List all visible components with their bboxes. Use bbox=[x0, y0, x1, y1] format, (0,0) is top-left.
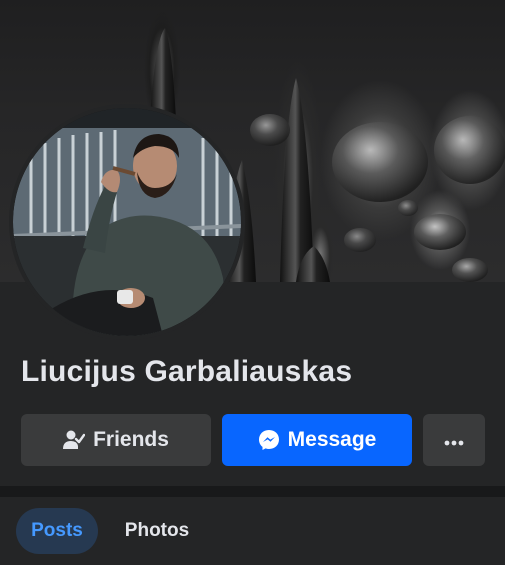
more-dots-icon bbox=[444, 428, 464, 452]
section-divider bbox=[0, 486, 505, 497]
profile-page: Liucijus Garbaliauskas Friends Message P… bbox=[0, 0, 505, 565]
person-check-icon bbox=[63, 429, 86, 451]
profile-name: Liucijus Garbaliauskas bbox=[21, 355, 353, 388]
friends-button[interactable]: Friends bbox=[21, 414, 211, 466]
message-button[interactable]: Message bbox=[222, 414, 412, 466]
messenger-icon bbox=[258, 429, 280, 451]
avatar-photo bbox=[13, 108, 241, 336]
more-options-button[interactable] bbox=[423, 414, 485, 466]
friends-button-label: Friends bbox=[93, 428, 169, 451]
tab-photos[interactable]: Photos bbox=[108, 508, 206, 554]
tab-posts[interactable]: Posts bbox=[16, 508, 98, 554]
message-button-label: Message bbox=[287, 428, 377, 451]
profile-avatar[interactable] bbox=[9, 104, 245, 340]
